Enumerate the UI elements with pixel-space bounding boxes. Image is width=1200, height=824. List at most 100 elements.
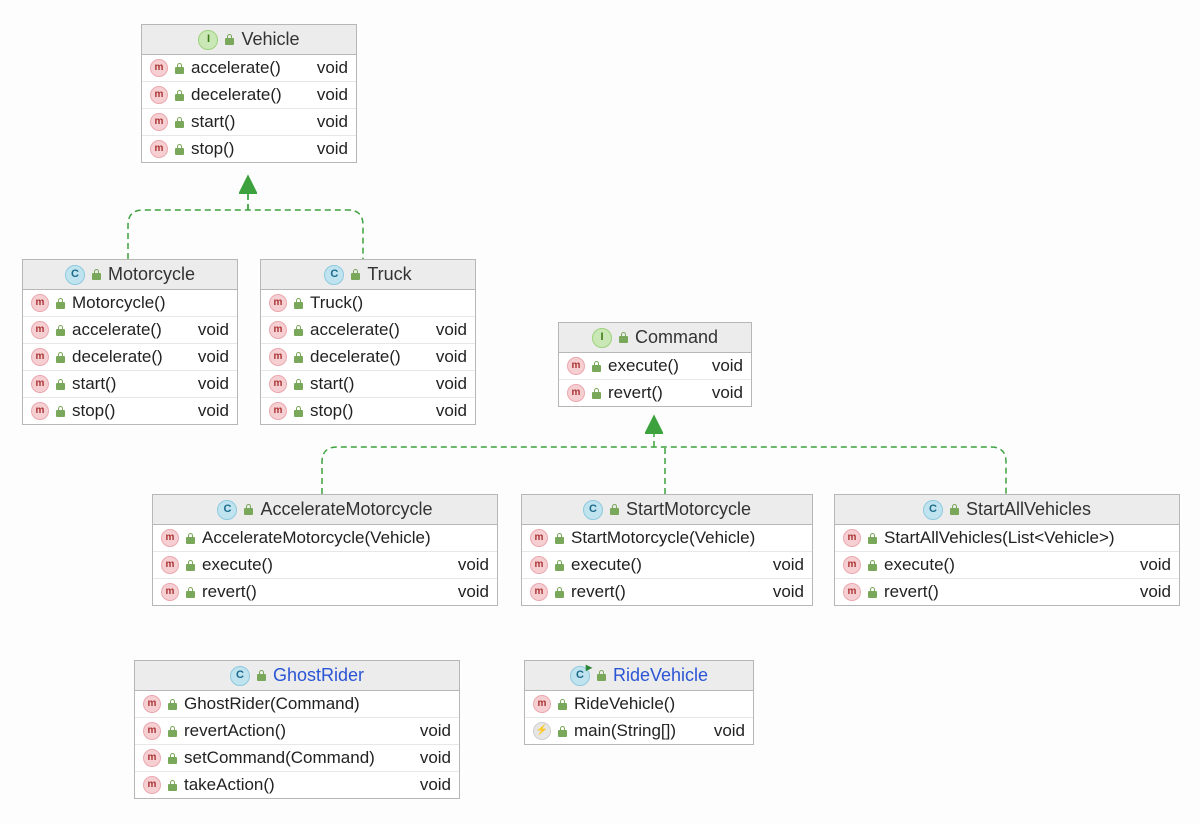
lock-icon (350, 269, 361, 280)
member-signature: start() (191, 112, 299, 132)
member-row: mrevert()void (835, 579, 1179, 605)
member-row: mstart()void (261, 371, 475, 398)
lock-icon (591, 388, 602, 399)
method-icon: m (143, 749, 161, 767)
member-return-type: void (1140, 555, 1171, 575)
member-row: mrevertAction()void (135, 718, 459, 745)
member-row: mrevert()void (559, 380, 751, 406)
member-return-type: void (198, 374, 229, 394)
lock-icon (55, 406, 66, 417)
member-row: mexecute()void (522, 552, 812, 579)
method-icon: m (269, 348, 287, 366)
class-name: Command (635, 327, 718, 348)
method-icon: m (31, 348, 49, 366)
lock-icon (174, 144, 185, 155)
class-name: RideVehicle (613, 665, 708, 686)
member-row: mstart()void (23, 371, 237, 398)
class-body: mTruck()maccelerate()voidmdecelerate()vo… (261, 290, 475, 424)
lock-icon (618, 332, 629, 343)
class-icon: C (65, 265, 85, 285)
member-return-type: void (420, 721, 451, 741)
member-row: msetCommand(Command)void (135, 745, 459, 772)
method-icon: m (161, 556, 179, 574)
lock-icon (293, 352, 304, 363)
member-signature: revert() (884, 582, 1122, 602)
member-row: mtakeAction()void (135, 772, 459, 798)
member-return-type: void (458, 555, 489, 575)
member-return-type: void (436, 347, 467, 367)
class-accelerateMotorcycle: CAccelerateMotorcyclemAccelerateMotorcyc… (152, 494, 498, 606)
lock-icon (596, 670, 607, 681)
member-signature: revert() (202, 582, 440, 602)
method-icon: m (150, 113, 168, 131)
lock-icon (55, 379, 66, 390)
static-icon: ⚡ (533, 722, 551, 740)
member-row: ⚡main(String[])void (525, 718, 753, 744)
class-motorcycle: CMotorcyclemMotorcycle()maccelerate()voi… (22, 259, 238, 425)
member-signature: GhostRider(Command) (184, 694, 433, 714)
lock-icon (243, 504, 254, 515)
class-name: Motorcycle (108, 264, 195, 285)
class-body: mStartMotorcycle(Vehicle)mexecute()voidm… (522, 525, 812, 605)
member-return-type: void (420, 775, 451, 795)
member-row: m start() void (142, 109, 356, 136)
method-icon: m (31, 321, 49, 339)
member-return-type: void (317, 112, 348, 132)
member-signature: stop() (310, 401, 418, 421)
lock-icon (256, 670, 267, 681)
class-body: mAccelerateMotorcycle(Vehicle)mexecute()… (153, 525, 497, 605)
class-ghostRider: CGhostRider m GhostRider(Command) mrevertAc… (134, 660, 460, 799)
method-icon: m (530, 556, 548, 574)
member-signature: Truck() (310, 293, 449, 313)
member-return-type: void (436, 374, 467, 394)
member-signature: revert() (608, 383, 694, 403)
lock-icon (55, 298, 66, 309)
class-icon: C (324, 265, 344, 285)
method-icon: m (530, 529, 548, 547)
member-row: mdecelerate()void (142, 82, 356, 109)
lock-icon (867, 533, 878, 544)
member-return-type: void (317, 58, 348, 78)
member-row: mexecute()void (153, 552, 497, 579)
method-icon: m (567, 384, 585, 402)
member-signature: decelerate() (191, 85, 299, 105)
member-return-type: void (198, 347, 229, 367)
lock-icon (867, 560, 878, 571)
class-header: CAccelerateMotorcycle (153, 495, 497, 525)
class-body: mGhostRider(Command)mrevertAction()voidm… (135, 691, 459, 798)
method-icon: m (31, 375, 49, 393)
lock-icon (557, 726, 568, 737)
class-header: CGhostRider (135, 661, 459, 691)
lock-icon (554, 533, 565, 544)
class-header: CStartAllVehicles (835, 495, 1179, 525)
method-icon: m (150, 140, 168, 158)
class-name: StartMotorcycle (626, 499, 751, 520)
method-icon: m (269, 402, 287, 420)
member-row: mAccelerateMotorcycle(Vehicle) (153, 525, 497, 552)
member-row: maccelerate()void (261, 317, 475, 344)
class-command: ICommandmexecute()voidmrevert()void (558, 322, 752, 407)
member-signature: accelerate() (191, 58, 299, 78)
member-signature: start() (310, 374, 418, 394)
member-row: mrevert()void (522, 579, 812, 605)
member-row: mexecute()void (559, 353, 751, 380)
runnable-icon: C (570, 666, 590, 686)
class-header: CTruck (261, 260, 475, 290)
lock-icon (167, 699, 178, 710)
method-icon: m (843, 529, 861, 547)
lock-icon (557, 699, 568, 710)
class-startAllVehicles: CStartAllVehiclesmStartAllVehicles(List<… (834, 494, 1180, 606)
lock-icon (167, 726, 178, 737)
class-body: mStartAllVehicles(List<Vehicle>)mexecute… (835, 525, 1179, 605)
method-icon: m (150, 86, 168, 104)
member-signature: revert() (571, 582, 755, 602)
member-row: maccelerate()void (23, 317, 237, 344)
member-signature: execute() (608, 356, 694, 376)
member-signature: decelerate() (72, 347, 180, 367)
lock-icon (167, 780, 178, 791)
member-signature: execute() (884, 555, 1122, 575)
member-row: mRideVehicle() (525, 691, 753, 718)
lock-icon (293, 298, 304, 309)
class-body: mRideVehicle()⚡main(String[])void (525, 691, 753, 744)
class-name: Vehicle (241, 29, 299, 50)
